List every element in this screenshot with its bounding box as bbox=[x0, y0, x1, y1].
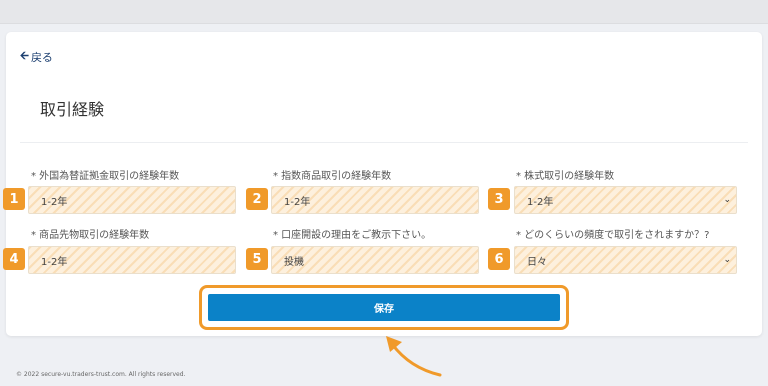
back-link-label: 戻る bbox=[30, 50, 53, 64]
stock-experience-select[interactable]: 1-2年 ⌄ bbox=[514, 186, 737, 214]
field-value: 1-2年 bbox=[41, 196, 68, 208]
field-value: 投機 bbox=[284, 256, 304, 268]
field-label-account-reason: * 口座開設の理由をご教示下さい。 bbox=[273, 230, 432, 241]
step-badge-1: 1 bbox=[3, 188, 25, 210]
field-value: 1-2年 bbox=[527, 196, 554, 208]
pointer-arrow-icon bbox=[386, 336, 442, 377]
back-link[interactable]: 🡨 戻る bbox=[20, 47, 53, 66]
fx-experience-field[interactable]: 1-2年 bbox=[28, 186, 236, 214]
index-experience-field[interactable]: 1-2年 bbox=[271, 186, 479, 214]
step-badge-3: 3 bbox=[488, 188, 510, 210]
chevron-down-icon: ⌄ bbox=[723, 255, 731, 265]
field-label-index-experience: * 指数商品取引の経験年数 bbox=[273, 171, 392, 182]
account-reason-field[interactable]: 投機 bbox=[271, 246, 479, 274]
chevron-down-icon: ⌄ bbox=[723, 195, 731, 205]
commodity-experience-field[interactable]: 1-2年 bbox=[28, 246, 236, 274]
field-label-stock-experience: * 株式取引の経験年数 bbox=[516, 171, 615, 182]
trade-frequency-select[interactable]: 日々 ⌄ bbox=[514, 246, 737, 274]
field-label-trade-frequency: * どのくらいの頻度で取引をされますか？? bbox=[516, 230, 710, 241]
save-button[interactable]: 保存 bbox=[208, 294, 560, 321]
step-badge-6: 6 bbox=[488, 248, 510, 270]
back-arrow-icon: 🡨 bbox=[20, 49, 29, 62]
field-value: 1-2年 bbox=[284, 196, 311, 208]
field-value: 日々 bbox=[527, 256, 547, 268]
footer-copyright: © 2022 secure-vu.traders-trust.com. All … bbox=[16, 371, 186, 378]
field-label-commodity-experience: * 商品先物取引の経験年数 bbox=[31, 230, 150, 241]
divider bbox=[20, 142, 748, 143]
step-badge-5: 5 bbox=[246, 248, 268, 270]
step-badge-4: 4 bbox=[3, 248, 25, 270]
step-badge-2: 2 bbox=[246, 188, 268, 210]
field-label-fx-experience: * 外国為替証拠金取引の経験年数 bbox=[31, 171, 180, 182]
browser-top-bar bbox=[0, 0, 768, 24]
field-value: 1-2年 bbox=[41, 256, 68, 268]
page-title: 取引経験 bbox=[40, 100, 105, 119]
